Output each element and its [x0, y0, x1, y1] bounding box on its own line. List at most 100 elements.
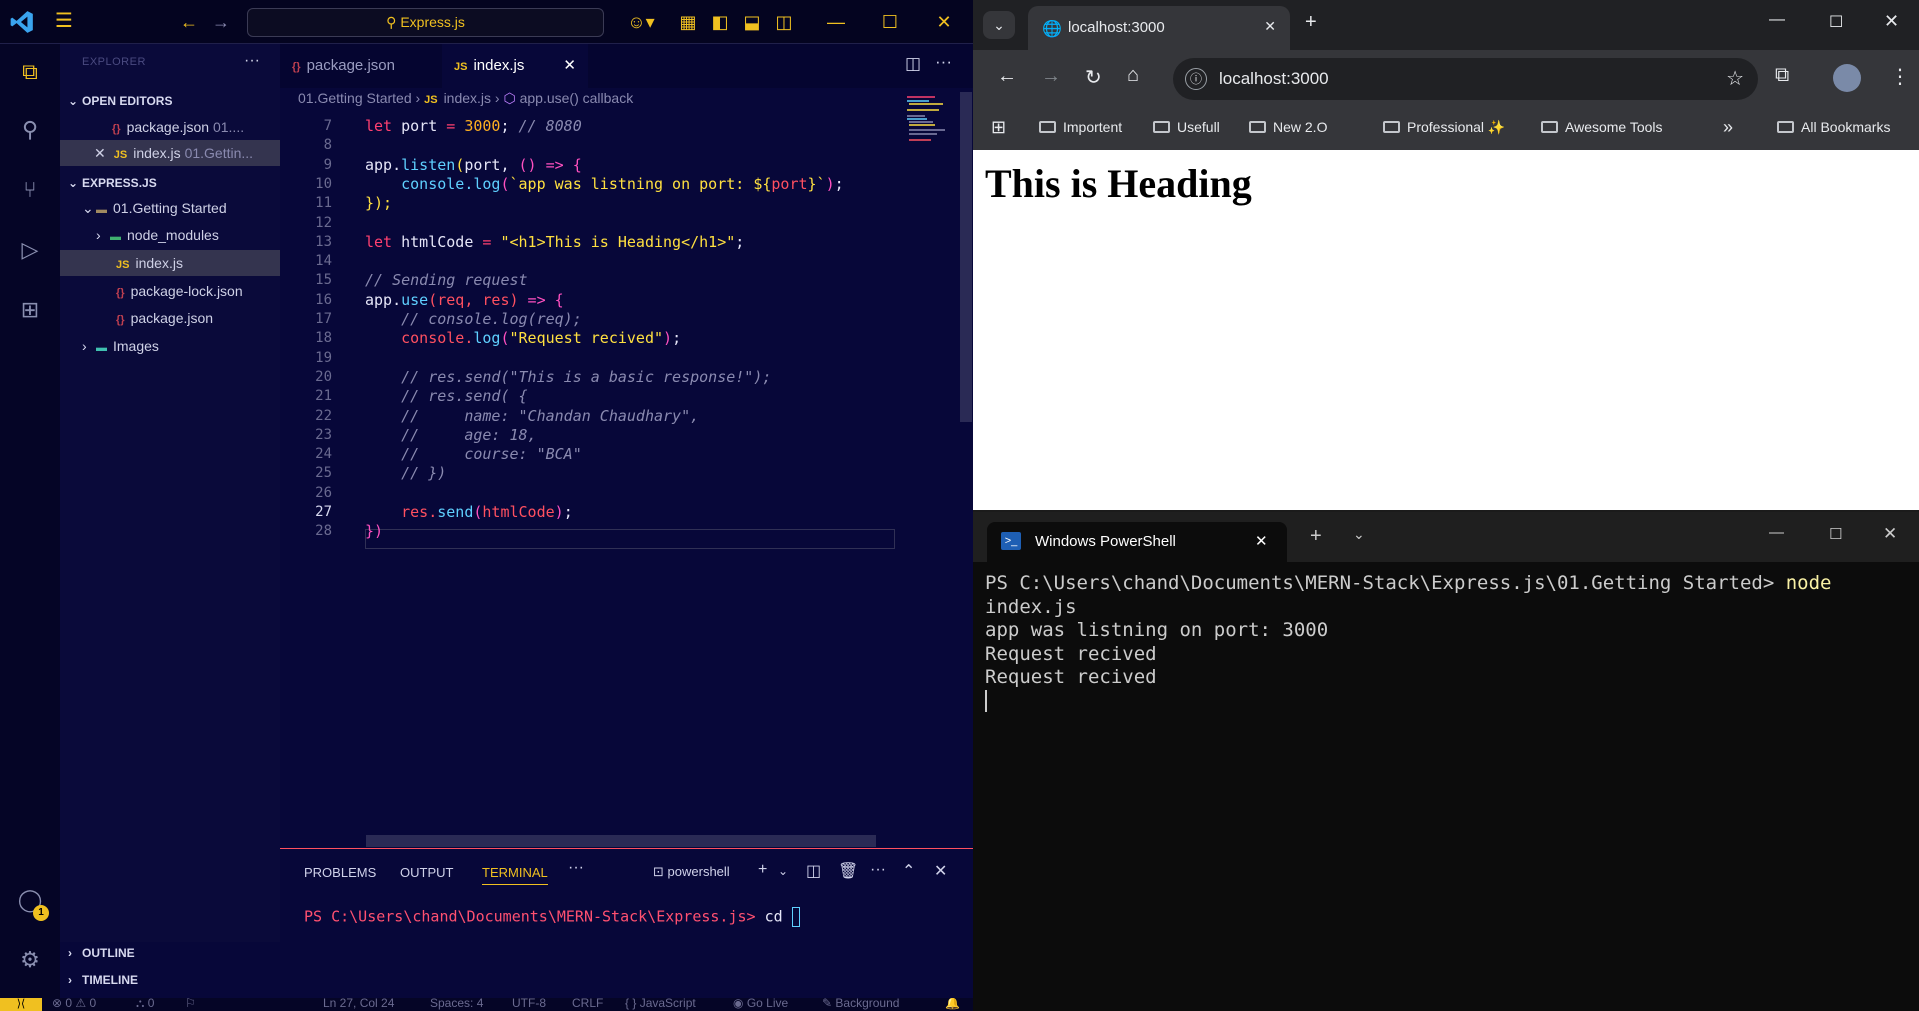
home-icon[interactable]: ⌂ — [1127, 64, 1139, 87]
tree-item-folder[interactable]: › ▬ Images — [60, 333, 280, 359]
background-status[interactable]: ✎ Background — [822, 998, 899, 1010]
code-line[interactable]: // course: "BCA" — [365, 445, 582, 463]
remote-icon[interactable]: ⟩⟨ — [0, 998, 42, 1011]
terminal-output[interactable]: PS C:\Users\chand\Documents\MERN-Stack\E… — [985, 572, 1832, 718]
terminal-instance[interactable]: ⊡ powershell — [653, 864, 730, 880]
close-tab-icon[interactable]: ✕ — [1264, 18, 1276, 35]
tree-item-file[interactable]: {} package.json — [60, 305, 280, 331]
code-line[interactable]: app.listen(port, () => { — [365, 156, 582, 174]
code-line[interactable]: app.use(req, res) => { — [365, 291, 564, 309]
tab-index-js[interactable]: JS index.js ✕ — [442, 44, 588, 88]
run-debug-icon[interactable]: ▷ — [14, 234, 46, 266]
extensions-icon[interactable]: ⊞ — [14, 294, 46, 326]
new-tab-icon[interactable]: + — [1305, 11, 1317, 34]
code-line[interactable]: // console.log(req); — [365, 310, 582, 328]
code-line[interactable]: // res.send( { — [365, 387, 527, 405]
command-center-search[interactable]: ⚲ Express.js — [247, 8, 604, 37]
code-line[interactable]: // }) — [365, 464, 446, 482]
code-line[interactable]: }) — [365, 522, 383, 540]
toggle-sidebar-icon[interactable]: ◧ — [707, 9, 733, 35]
vertical-scrollbar[interactable] — [960, 92, 972, 422]
minimize-icon[interactable]: — — [823, 9, 849, 35]
tab-output[interactable]: OUTPUT — [400, 865, 453, 880]
bookmark-usefull[interactable]: Usefull — [1153, 119, 1220, 135]
close-tab-icon[interactable]: ✕ — [1255, 532, 1268, 550]
source-control-icon[interactable]: ⑂ — [14, 174, 46, 206]
project-section[interactable]: ⌄ EXPRESS.JS — [60, 172, 280, 194]
tab-search-icon[interactable]: ⌄ — [983, 11, 1015, 39]
avatar[interactable] — [1833, 64, 1861, 92]
maximize-icon[interactable]: ☐ — [1829, 525, 1842, 543]
close-tab-icon[interactable]: ✕ — [563, 44, 576, 88]
tree-item-file[interactable]: JS index.js — [60, 250, 280, 276]
split-editor-icon[interactable]: ◫ — [905, 54, 921, 74]
go-live[interactable]: ◉ Go Live — [733, 998, 788, 1010]
tab-terminal[interactable]: TERMINAL — [482, 865, 548, 885]
problems-status[interactable]: ⊗ 0 ⚠ 0 — [52, 998, 96, 1010]
minimize-icon[interactable]: — — [1769, 524, 1784, 541]
encoding[interactable]: UTF-8 — [512, 998, 546, 1010]
more-actions-icon[interactable]: ··· — [870, 861, 886, 879]
bookmark-importent[interactable]: Importent — [1039, 119, 1122, 135]
copilot-icon[interactable]: ☺▾ — [620, 9, 662, 35]
tab-problems[interactable]: PROBLEMS — [304, 865, 376, 880]
close-window-icon[interactable]: ✕ — [1884, 11, 1899, 32]
more-actions-icon[interactable]: ··· — [935, 52, 952, 72]
notifications-icon[interactable]: 🔔 — [945, 998, 960, 1010]
timeline-section[interactable]: › TIMELINE — [60, 969, 280, 991]
all-bookmarks[interactable]: All Bookmarks — [1777, 119, 1890, 135]
settings-gear-icon[interactable]: ⚙ — [14, 944, 46, 976]
ports-status[interactable]: ⛬ 0 — [136, 998, 154, 1011]
open-editors-section[interactable]: ⌄ OPEN EDITORS — [60, 90, 280, 112]
back-arrow-icon[interactable]: ← — [997, 65, 1017, 88]
breadcrumb-file[interactable]: index.js — [444, 90, 491, 106]
trash-icon[interactable]: 🗑 — [838, 861, 858, 881]
bookmark-awesome-tools[interactable]: Awesome Tools — [1541, 119, 1663, 135]
site-info-icon[interactable]: ⓘ — [1185, 68, 1207, 90]
code-line[interactable]: // age: 18, — [365, 426, 536, 444]
forward-arrow-icon[interactable]: → — [1041, 65, 1061, 88]
new-tab-icon[interactable]: + — [1310, 525, 1322, 548]
code-line[interactable]: let port = 3000; // 8080 — [365, 117, 582, 135]
code-line[interactable]: // Sending request — [365, 271, 528, 289]
cursor-position[interactable]: Ln 27, Col 24 — [323, 998, 394, 1010]
indentation[interactable]: Spaces: 4 — [430, 998, 483, 1010]
maximize-icon[interactable]: ☐ — [877, 9, 903, 35]
tree-item-folder[interactable]: › ▬ node_modules — [60, 222, 280, 248]
forward-arrow-icon[interactable]: → — [208, 9, 234, 35]
debug-icon[interactable]: ⚐ — [185, 998, 196, 1010]
horizontal-scrollbar[interactable] — [366, 835, 876, 847]
split-terminal-icon[interactable]: ◫ — [806, 861, 821, 881]
code-line[interactable]: }); — [365, 194, 392, 212]
menu-icon[interactable]: ☰ — [55, 10, 79, 34]
toggle-panel-icon[interactable]: ⬓ — [739, 9, 765, 35]
tab-package-json[interactable]: {} package.json — [280, 44, 442, 88]
code-line[interactable]: // res.send("This is a basic response!")… — [365, 368, 771, 386]
maximize-panel-icon[interactable]: ⌃ — [902, 861, 915, 881]
explorer-icon[interactable]: ⧉ — [14, 56, 46, 88]
open-editor-item[interactable]: ✕ JS index.js 01.Gettin... — [60, 140, 280, 166]
breadcrumb-folder[interactable]: 01.Getting Started — [298, 90, 412, 106]
language-mode[interactable]: { } JavaScript — [625, 998, 696, 1010]
line-endings[interactable]: CRLF — [572, 998, 603, 1010]
close-icon[interactable]: ✕ — [931, 9, 957, 35]
new-terminal-icon[interactable]: + — [758, 861, 767, 879]
browser-tab[interactable]: 🌐 localhost:3000 ✕ — [1028, 6, 1290, 50]
apps-icon[interactable]: ⊞ — [991, 117, 1006, 138]
terminal-tab[interactable]: >_ Windows PowerShell ✕ — [987, 522, 1287, 562]
customize-layout-icon[interactable]: ▦ — [675, 9, 701, 35]
code-line[interactable]: res.send(htmlCode); — [365, 503, 573, 521]
close-editor-icon[interactable]: ✕ — [94, 145, 106, 161]
tree-item-file[interactable]: {} package-lock.json — [60, 278, 280, 304]
chevron-down-icon[interactable]: ⌄ — [778, 864, 788, 878]
bookmark-star-icon[interactable]: ☆ — [1726, 58, 1744, 100]
address-bar[interactable]: ⓘ localhost:3000 ☆ — [1173, 58, 1758, 100]
bookmark-new[interactable]: New 2.O — [1249, 119, 1327, 135]
tree-item-folder[interactable]: ⌄ ▬ 01.Getting Started — [60, 195, 280, 221]
extensions-icon[interactable]: ⧉ — [1775, 64, 1789, 87]
menu-icon[interactable]: ⋮ — [1890, 64, 1910, 89]
open-editor-item[interactable]: {} package.json 01.... — [60, 114, 280, 140]
maximize-icon[interactable]: ☐ — [1829, 12, 1843, 32]
close-panel-icon[interactable]: ✕ — [934, 861, 947, 881]
code-line[interactable]: // name: "Chandan Chaudhary", — [365, 407, 699, 425]
